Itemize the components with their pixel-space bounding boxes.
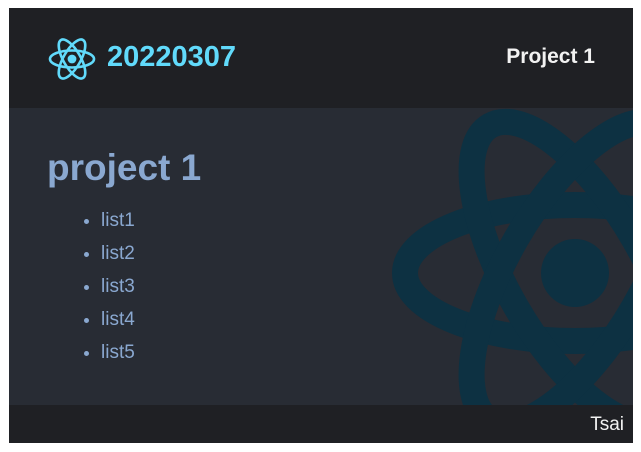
list-item: list1	[101, 204, 135, 237]
list-item: list5	[101, 336, 135, 369]
list-item: list2	[101, 237, 135, 270]
main-content: project 1 list1 list2 list3 list4 list5	[9, 108, 633, 405]
list-item: list3	[101, 270, 135, 303]
navbar: 20220307 Project 1	[9, 8, 633, 108]
item-list: list1 list2 list3 list4 list5	[47, 204, 135, 369]
footer-author: Tsai	[590, 414, 624, 435]
list-item: list4	[101, 303, 135, 336]
page-title: project 1	[47, 147, 202, 188]
app-root: 20220307 Project 1 project 1 list1 list2…	[9, 8, 633, 443]
react-background-icon	[389, 108, 633, 405]
react-logo-icon[interactable]	[47, 34, 97, 84]
brand-title[interactable]: 20220307	[107, 38, 236, 76]
footer: Tsai	[9, 405, 633, 443]
nav-link-project-1[interactable]: Project 1	[506, 42, 595, 72]
